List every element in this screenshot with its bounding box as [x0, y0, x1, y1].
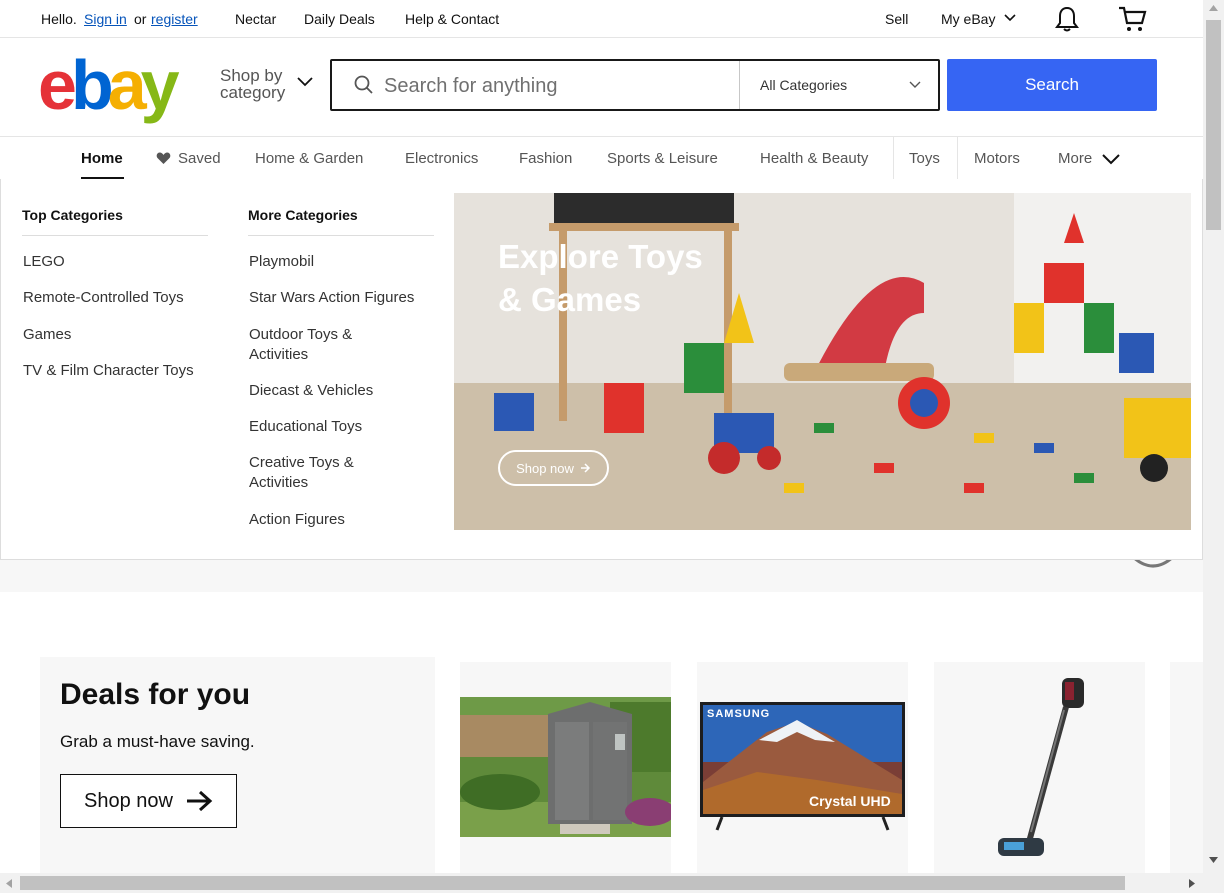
- cart-icon[interactable]: [1117, 5, 1147, 33]
- menu-link-remote-controlled[interactable]: Remote-Controlled Toys: [23, 288, 213, 308]
- my-ebay-link[interactable]: My eBay: [941, 11, 995, 27]
- menu-link-action-figures[interactable]: Action Figures: [249, 510, 439, 530]
- arrow-right-icon: [186, 790, 213, 812]
- logo-letter: a: [107, 46, 147, 124]
- chevron-down-icon[interactable]: [1004, 13, 1016, 23]
- banner-title: Explore Toys & Games: [498, 238, 703, 318]
- top-utility-bar: Hello. Sign in or register Nectar Daily …: [0, 0, 1203, 38]
- menu-link-diecast[interactable]: Diecast & Vehicles: [249, 381, 439, 401]
- chevron-down-icon[interactable]: [1102, 154, 1120, 165]
- logo-letter: e: [38, 46, 77, 124]
- search-input[interactable]: [384, 73, 724, 99]
- ebay-logo[interactable]: ebay: [38, 46, 180, 124]
- help-contact-link[interactable]: Help & Contact: [405, 11, 499, 27]
- menu-link-tv-film[interactable]: TV & Film Character Toys: [23, 361, 213, 381]
- scroll-left-arrow-icon[interactable]: [6, 879, 12, 888]
- logo-letter: b: [70, 46, 114, 124]
- samsung-tv-image: [700, 702, 905, 831]
- search-button[interactable]: Search: [947, 59, 1157, 111]
- nav-item-electronics[interactable]: Electronics: [405, 150, 478, 167]
- search-box: All Categories: [330, 59, 940, 111]
- product-card-vacuum[interactable]: [934, 662, 1145, 877]
- deals-heading: Deals for you: [60, 678, 251, 711]
- top-categories-heading: Top Categories: [22, 207, 208, 236]
- nav-item-saved[interactable]: Saved: [178, 150, 221, 167]
- arrow-right-icon: [580, 463, 590, 473]
- menu-link-playmobil[interactable]: Playmobil: [249, 252, 439, 272]
- greeting-text: Hello.: [41, 11, 77, 27]
- tv-brand-label: SAMSUNG: [707, 708, 771, 720]
- category-select[interactable]: All Categories: [739, 61, 938, 109]
- vertical-scroll-thumb[interactable]: [1206, 20, 1221, 230]
- nav-item-health-beauty[interactable]: Health & Beauty: [760, 150, 868, 167]
- deals-subtitle: Grab a must-have saving.: [60, 732, 255, 751]
- vertical-scrollbar[interactable]: [1203, 0, 1224, 873]
- heart-icon: [156, 152, 171, 164]
- nav-item-home-garden[interactable]: Home & Garden: [255, 150, 363, 167]
- nav-item-toys[interactable]: Toys: [909, 150, 940, 167]
- menu-link-creative[interactable]: Creative Toys & Activities: [249, 453, 389, 493]
- search-icon: [354, 75, 373, 94]
- register-link[interactable]: register: [151, 11, 198, 27]
- nav-item-motors[interactable]: Motors: [974, 150, 1020, 167]
- category-label: category: [220, 83, 286, 102]
- shop-by-category-button[interactable]: Shop by category: [220, 67, 285, 101]
- nav-item-fashion[interactable]: Fashion: [519, 150, 572, 167]
- horizontal-scroll-thumb[interactable]: [20, 876, 1125, 890]
- menu-link-games[interactable]: Games: [23, 325, 213, 345]
- more-categories-heading: More Categories: [248, 207, 434, 236]
- menu-link-lego[interactable]: LEGO: [23, 252, 213, 272]
- scroll-right-arrow-icon[interactable]: [1189, 879, 1195, 888]
- scroll-down-arrow-icon[interactable]: [1209, 857, 1218, 863]
- menu-link-educational[interactable]: Educational Toys: [249, 417, 439, 437]
- toys-mega-menu: Top Categories LEGO Remote-Controlled To…: [0, 179, 1203, 560]
- logo-letter: y: [140, 46, 180, 124]
- scroll-up-arrow-icon[interactable]: [1209, 5, 1218, 11]
- product-card-shed[interactable]: [460, 662, 671, 877]
- product-card-partial[interactable]: [1170, 662, 1203, 877]
- product-card-tv[interactable]: SAMSUNG Crystal UHD: [697, 662, 908, 877]
- deals-shop-now-button[interactable]: Shop now: [60, 774, 237, 828]
- deals-card: Deals for you Grab a must-have saving. S…: [40, 657, 435, 877]
- nectar-link[interactable]: Nectar: [235, 11, 276, 27]
- menu-link-star-wars[interactable]: Star Wars Action Figures: [249, 288, 439, 308]
- nav-item-home[interactable]: Home: [81, 150, 123, 167]
- tv-caption-label: Crystal UHD: [809, 793, 891, 809]
- sell-link[interactable]: Sell: [885, 11, 908, 27]
- chevron-down-icon[interactable]: [297, 77, 313, 87]
- banner-shop-now-button[interactable]: Shop now: [498, 450, 609, 486]
- category-select-value: All Categories: [760, 77, 848, 93]
- stick-vacuum-image: [998, 678, 1084, 856]
- or-text: or: [134, 11, 147, 27]
- sign-in-link[interactable]: Sign in: [84, 11, 127, 27]
- carousel-background: [0, 560, 1203, 592]
- banner-shop-now-label: Shop now: [516, 460, 574, 476]
- menu-link-outdoor-toys[interactable]: Outdoor Toys & Activities: [249, 325, 389, 365]
- daily-deals-link[interactable]: Daily Deals: [304, 11, 375, 27]
- deals-shop-now-label: Shop now: [84, 789, 173, 812]
- nav-item-sports-leisure[interactable]: Sports & Leisure: [607, 150, 718, 167]
- chevron-down-icon: [909, 81, 921, 88]
- shop-by-label: Shop by: [220, 66, 283, 85]
- garden-shed-image: [460, 697, 671, 837]
- horizontal-scrollbar[interactable]: [0, 873, 1224, 893]
- nav-item-more[interactable]: More: [1058, 150, 1092, 167]
- notification-bell-icon[interactable]: [1055, 6, 1079, 32]
- category-nav: Home Saved Home & Garden Electronics Fas…: [0, 136, 1203, 181]
- toys-banner[interactable]: Explore Toys & Games Shop now: [454, 193, 1191, 530]
